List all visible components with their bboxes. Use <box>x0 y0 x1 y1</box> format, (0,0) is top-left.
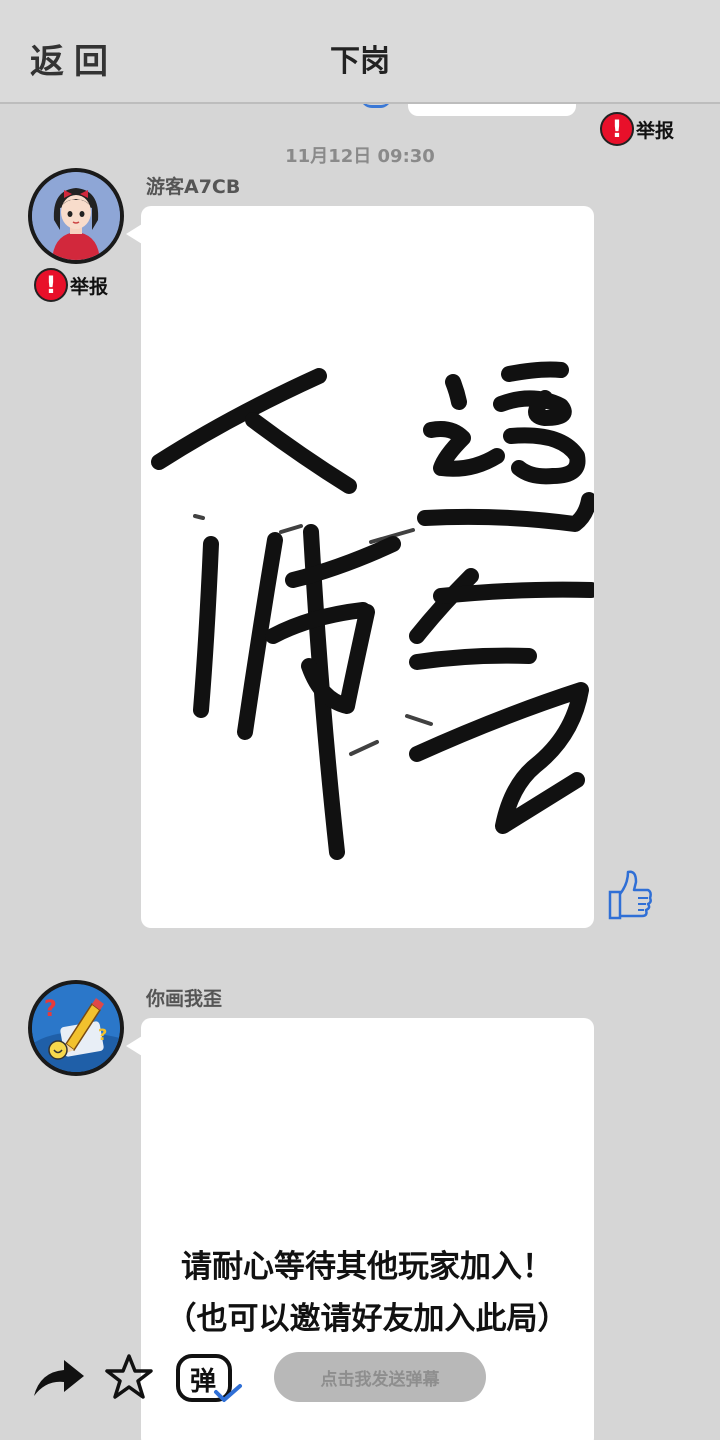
invite-text: （也可以邀请好友加入此局） <box>165 1301 569 1337</box>
handwritten-drawing <box>151 361 599 860</box>
warning-icon: ! <box>600 112 634 146</box>
girl-avatar-icon[interactable] <box>28 168 124 264</box>
message-timestamp: 11月12日 09:30 <box>285 146 435 167</box>
waiting-text: 请耐心等待其他玩家加入！ <box>181 1249 553 1285</box>
star-icon[interactable] <box>104 1352 154 1406</box>
share-icon[interactable] <box>30 1356 86 1404</box>
sender-name: 游客A7CB <box>146 176 241 198</box>
drawing-message-bubble[interactable] <box>141 206 599 928</box>
bubble-tail <box>126 224 142 244</box>
thumbs-up-icon[interactable] <box>604 866 654 922</box>
sender-name: 你画我歪 <box>146 988 223 1010</box>
danmu-input[interactable]: 点击我发送弹幕 <box>274 1352 486 1402</box>
top-bar: 返回 下岗 <box>0 0 720 104</box>
page-title: 下岗 <box>330 44 390 79</box>
report-label: 举报 <box>70 275 109 298</box>
report-label: 举报 <box>636 119 675 142</box>
report-button-user[interactable]: ! 举报 <box>34 268 108 302</box>
pencil-logo-icon[interactable]: ? ? <box>28 980 124 1076</box>
warning-icon: ! <box>34 268 68 302</box>
svg-text:?: ? <box>98 1025 107 1044</box>
bubble-tail <box>126 1036 142 1056</box>
danmu-badge-label: 弹 <box>190 1367 216 1397</box>
svg-text:?: ? <box>44 997 57 1022</box>
report-button-previous[interactable]: ! 举报 <box>600 112 674 146</box>
danmu-toggle-icon[interactable]: 弹 <box>176 1354 244 1408</box>
